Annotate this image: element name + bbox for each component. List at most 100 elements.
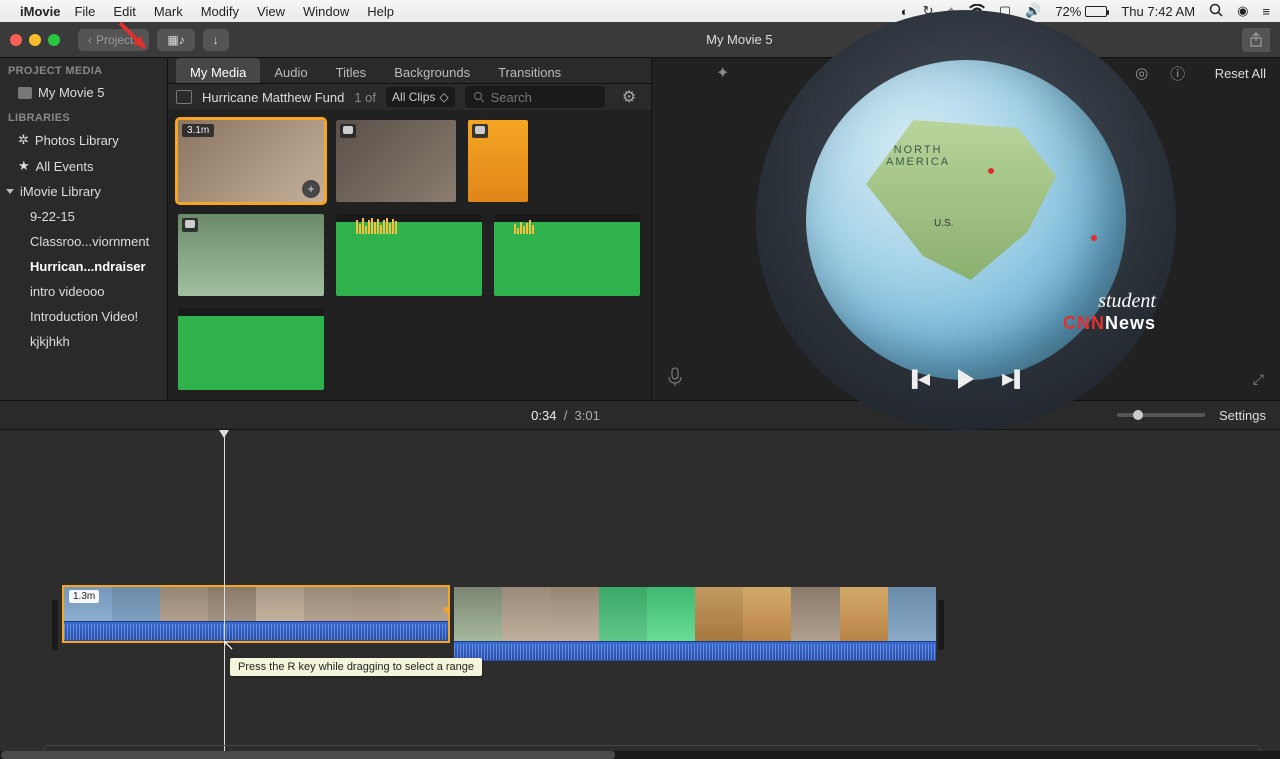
reset-all-button[interactable]: Reset All	[1215, 66, 1266, 81]
clip-handle-left[interactable]	[52, 600, 58, 650]
next-button[interactable]: ▶▌	[1002, 369, 1026, 389]
voiceover-icon[interactable]	[668, 367, 682, 392]
timeline-header: 0:34 / 3:01 Settings	[0, 400, 1280, 430]
search-placeholder: Search	[491, 90, 532, 105]
camera-icon	[182, 218, 198, 232]
menu-help[interactable]: Help	[367, 4, 394, 19]
search-input[interactable]: Search	[465, 86, 605, 108]
clip-filter-dropdown[interactable]: All Clips◇	[386, 87, 455, 107]
minimize-button[interactable]	[29, 34, 41, 46]
menu-edit[interactable]: Edit	[113, 4, 135, 19]
us-label: U.S.	[934, 218, 953, 229]
sidebar-event-3[interactable]: intro videooo	[0, 279, 167, 304]
sidebar-project[interactable]: My Movie 5	[0, 80, 167, 105]
sidebar-event-0[interactable]: 9-22-15	[0, 204, 167, 229]
media-audio-2[interactable]	[178, 308, 324, 390]
sidebar-event-2[interactable]: Hurrican...ndraiser	[0, 254, 167, 279]
timeline-clip-0[interactable]: 1.3m	[64, 587, 448, 641]
media-audio-1[interactable]	[494, 214, 640, 296]
tab-titles[interactable]: Titles	[322, 58, 381, 83]
star-icon: ★	[18, 158, 30, 174]
library-list-toggle[interactable]: ▦♪	[157, 29, 194, 51]
playhead[interactable]	[224, 430, 225, 759]
media-clip-0[interactable]: 3.1m +	[178, 120, 324, 202]
video-preview[interactable]: NORTH AMERICA U.S. student CNNNews	[652, 88, 1280, 358]
camera-icon	[340, 124, 356, 138]
timeline-settings-button[interactable]: Settings	[1219, 408, 1266, 423]
clip-handle-right[interactable]	[938, 600, 944, 650]
media-audio-0[interactable]	[336, 214, 482, 296]
sidebar-all-events[interactable]: ★All Events	[0, 153, 167, 179]
timeline-scrollbar[interactable]	[0, 751, 1280, 759]
tab-audio[interactable]: Audio	[260, 58, 321, 83]
north-america-label: NORTH AMERICA	[886, 144, 950, 168]
fullscreen-icon[interactable]: ⤢	[1253, 371, 1264, 388]
photos-icon: ✲	[18, 132, 29, 148]
tab-my-media[interactable]: My Media	[176, 58, 260, 83]
fullscreen-button[interactable]	[48, 34, 60, 46]
menu-modify[interactable]: Modify	[201, 4, 239, 19]
battery-percent: 72%	[1055, 4, 1081, 19]
playback-controls: ▐◀ ▶▌ ⤢	[652, 358, 1280, 400]
add-clip-button[interactable]: +	[302, 180, 320, 198]
media-clip-1[interactable]	[336, 120, 456, 202]
film-icon	[18, 87, 32, 99]
sidebar-event-1[interactable]: Classroo...viornment	[0, 229, 167, 254]
menu-mark[interactable]: Mark	[154, 4, 183, 19]
tab-transitions[interactable]: Transitions	[484, 58, 575, 83]
battery-status[interactable]: 72%	[1055, 4, 1107, 19]
playhead-time: 0:34	[531, 408, 556, 423]
info-icon[interactable]: ⓘ	[1169, 63, 1187, 84]
clock[interactable]: Thu 7:42 AM	[1121, 4, 1195, 19]
sidebar-photos-library[interactable]: ✲Photos Library	[0, 127, 167, 153]
spotlight-icon[interactable]	[1209, 3, 1223, 20]
play-button[interactable]	[958, 369, 974, 389]
thumbnail-grid: 3.1m +	[168, 110, 651, 400]
total-duration: 3:01	[575, 408, 600, 423]
close-button[interactable]	[10, 34, 22, 46]
menu-view[interactable]: View	[257, 4, 285, 19]
timeline-clip-1[interactable]	[454, 587, 936, 661]
menu-window[interactable]: Window	[303, 4, 349, 19]
browser-count: 1 of	[354, 90, 376, 105]
clip-duration-badge: 1.3m	[69, 590, 99, 603]
browser-settings-icon[interactable]: ⚙	[615, 87, 643, 107]
share-button[interactable]	[1242, 28, 1270, 52]
timeline-clips: 1.3m	[64, 587, 936, 662]
disclosure-icon	[6, 189, 14, 194]
tab-backgrounds[interactable]: Backgrounds	[380, 58, 484, 83]
cnn-watermark: student CNNNews	[1063, 290, 1156, 334]
sidebar-event-4[interactable]: Introduction Video!	[0, 304, 167, 329]
clip-filter-icon[interactable]: ◎	[1133, 64, 1151, 82]
window-title: My Movie 5	[237, 32, 1242, 47]
sidebar-imovie-library[interactable]: iMovie Library	[0, 179, 167, 204]
browser-project-name[interactable]: Hurricane Matthew Fund	[202, 90, 344, 105]
project-media-header: PROJECT MEDIA	[0, 58, 167, 80]
media-clip-2[interactable]	[468, 120, 528, 202]
siri-icon[interactable]: ◉	[1237, 3, 1248, 19]
clip-duration-badge: 3.1m	[182, 124, 214, 137]
window-controls	[10, 34, 60, 46]
sidebar-event-5[interactable]: kjkjhkh	[0, 329, 167, 354]
browser-tabs: My Media Audio Titles Backgrounds Transi…	[168, 58, 651, 83]
back-projects-button[interactable]: ‹Projects	[78, 29, 149, 51]
app-name[interactable]: iMovie	[20, 4, 60, 19]
timeline[interactable]: 1.3m ↖ Press the R key while dragging to…	[0, 430, 1280, 759]
volume-icon[interactable]: 🔊	[1025, 3, 1041, 19]
menu-file[interactable]: File	[74, 4, 95, 19]
search-icon	[473, 91, 485, 103]
mouse-cursor: ↖	[222, 636, 235, 654]
notification-center-icon[interactable]: ≡	[1262, 4, 1270, 19]
prev-button[interactable]: ▐◀	[906, 369, 930, 389]
zoom-slider[interactable]	[1117, 413, 1205, 417]
macos-menubar: iMovie File Edit Mark Modify View Window…	[0, 0, 1280, 22]
media-browser: My Media Audio Titles Backgrounds Transi…	[168, 58, 652, 400]
media-clip-3[interactable]	[178, 214, 324, 296]
browser-bar: Hurricane Matthew Fund 1 of All Clips◇ S…	[168, 83, 651, 110]
enhance-icon[interactable]: ✦	[716, 63, 729, 83]
dnd-icon[interactable]: ◐	[901, 4, 909, 19]
sidebar: PROJECT MEDIA My Movie 5 LIBRARIES ✲Phot…	[0, 58, 168, 400]
import-button[interactable]: ↓	[203, 29, 229, 51]
camera-icon	[472, 124, 488, 138]
filmstrip-toggle-icon[interactable]	[176, 90, 192, 104]
